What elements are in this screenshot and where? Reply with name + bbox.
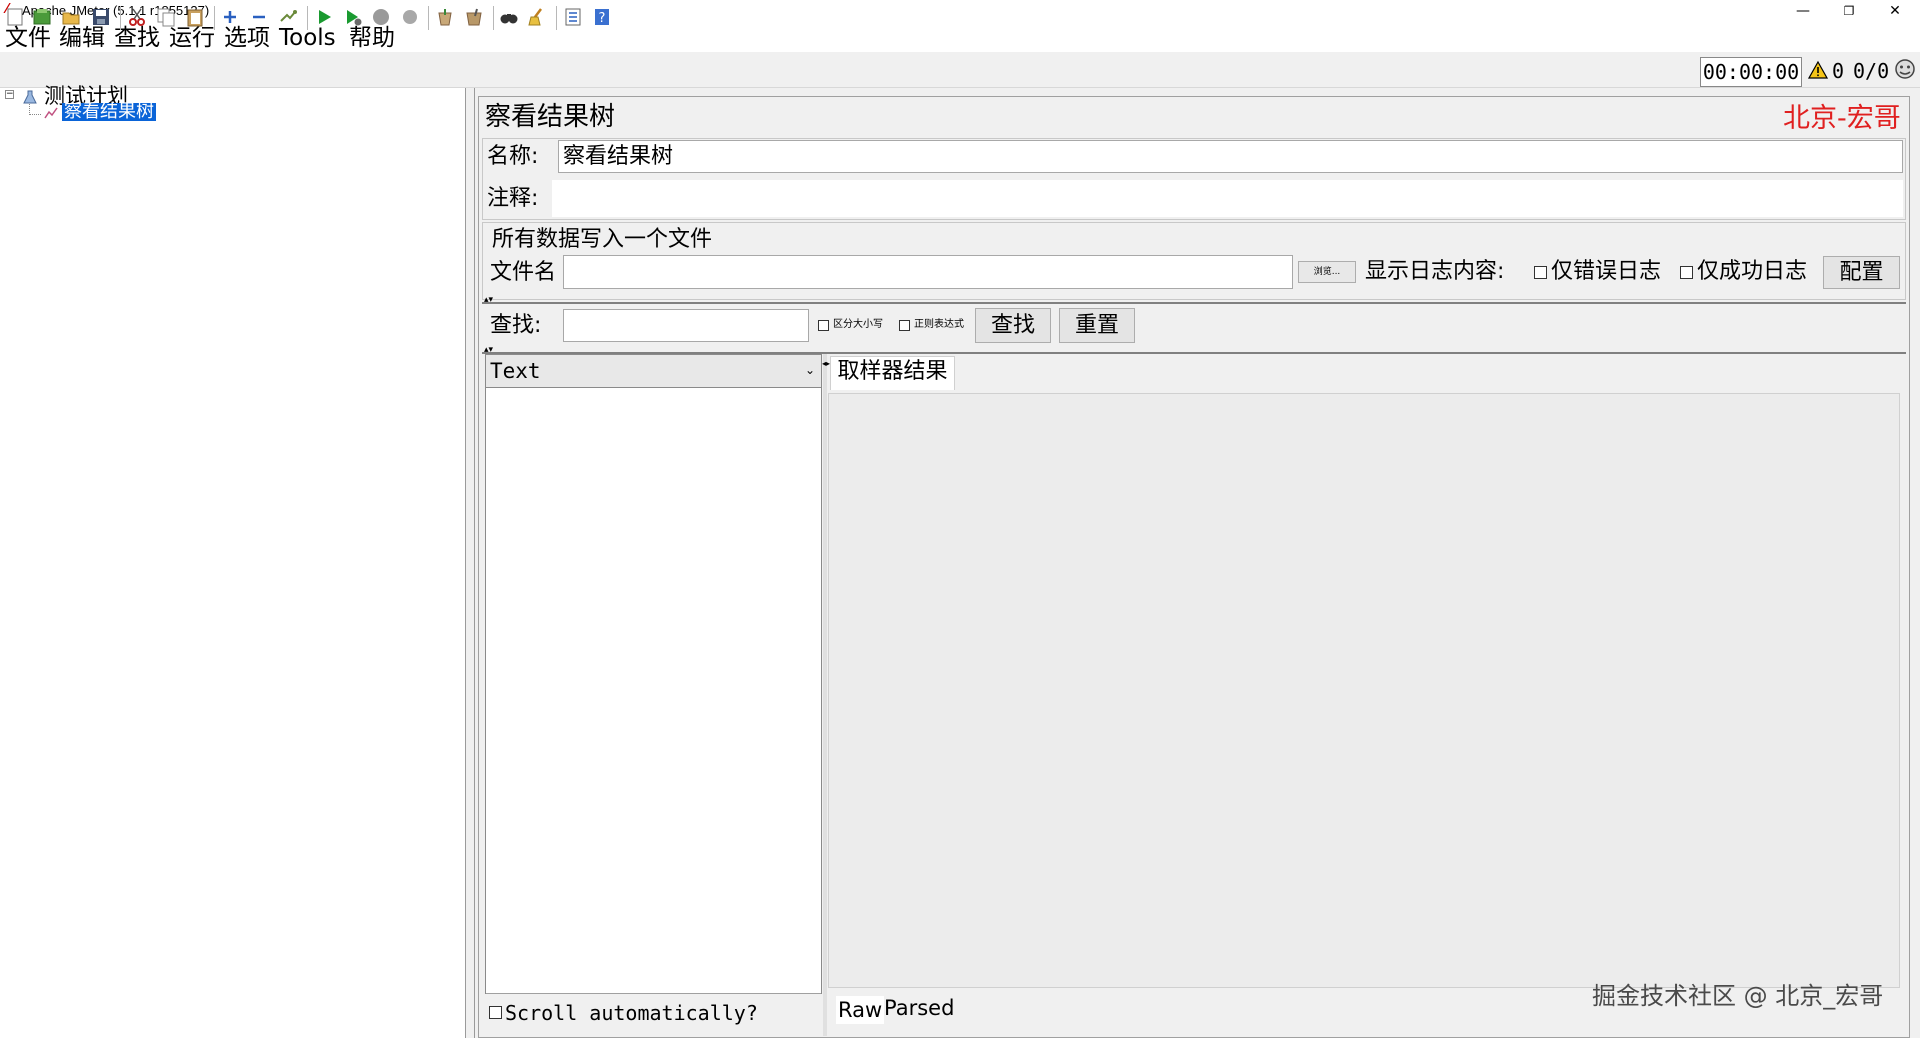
menu-file[interactable]: 文件 <box>5 24 51 52</box>
file-section-title: 所有数据写入一个文件 <box>492 227 713 252</box>
restore-button[interactable]: ❐ <box>1826 0 1872 22</box>
split-arrows-icon[interactable]: ▴▾ <box>484 295 493 305</box>
clear-icon[interactable] <box>435 7 455 27</box>
log-content-label: 显示日志内容: <box>1365 259 1505 284</box>
split-arrows-icon[interactable]: ◂▸ <box>822 360 830 368</box>
list-bottom-divider <box>486 993 821 994</box>
start-icon[interactable] <box>314 7 334 27</box>
menu-edit[interactable]: 编辑 <box>59 24 105 52</box>
regex-checkbox[interactable] <box>899 320 910 331</box>
paste-icon[interactable] <box>185 7 205 27</box>
renderer-select[interactable]: Text ⌄ <box>485 354 822 388</box>
expand-all-icon[interactable] <box>220 7 240 27</box>
copy-icon[interactable] <box>156 7 176 27</box>
new-file-icon[interactable] <box>5 7 25 27</box>
comment-label: 注释: <box>487 186 539 211</box>
sampler-result-pane <box>828 393 1900 988</box>
search-input[interactable] <box>563 309 809 342</box>
menu-help[interactable]: 帮助 <box>349 24 395 52</box>
sample-results-list[interactable] <box>485 354 822 994</box>
author-watermark: 北京-宏哥 <box>1783 103 1901 134</box>
function-helper-list-icon[interactable] <box>563 7 583 27</box>
close-button[interactable]: ✕ <box>1872 0 1918 22</box>
remote-status-icon[interactable] <box>1894 58 1916 80</box>
tree-connector <box>29 114 41 116</box>
find-button[interactable]: 查找 <box>975 308 1051 343</box>
toolbar-separator <box>493 6 494 30</box>
menu-run[interactable]: 运行 <box>169 24 215 52</box>
menu-options[interactable]: 选项 <box>224 24 270 52</box>
help-icon[interactable]: ? <box>592 7 612 27</box>
cut-icon[interactable] <box>127 7 147 27</box>
clear-all-icon[interactable] <box>464 7 484 27</box>
tree-collapse-toggle[interactable]: − <box>5 90 14 99</box>
scroll-automatically-checkbox[interactable] <box>489 1006 502 1019</box>
toggle-icon[interactable] <box>278 7 298 27</box>
elapsed-timer: 00:00:00 <box>1700 57 1802 87</box>
minimize-button[interactable]: — <box>1780 0 1826 22</box>
tree-node-view-results-selected[interactable]: 察看结果树 <box>62 103 156 121</box>
split-pane-divider[interactable] <box>466 88 475 1038</box>
toolbar-separator <box>214 6 215 30</box>
toolbar <box>0 52 1920 88</box>
browse-button[interactable]: 浏览... <box>1298 261 1356 283</box>
errors-only-checkbox[interactable] <box>1534 266 1547 279</box>
templates-icon[interactable] <box>32 7 52 27</box>
success-only-checkbox[interactable] <box>1680 266 1693 279</box>
binoculars-search-icon[interactable] <box>499 7 519 27</box>
tab-sampler-result[interactable]: 取样器结果 <box>830 356 955 390</box>
name-label: 名称: <box>487 144 539 169</box>
name-input-value: 察看结果树 <box>563 144 674 169</box>
toolbar-separator <box>307 6 308 30</box>
stop-icon[interactable] <box>371 7 391 27</box>
tab-raw[interactable]: Raw <box>836 996 885 1024</box>
regex-label: 正则表达式 <box>914 319 964 330</box>
configure-button[interactable]: 配置 <box>1823 256 1900 289</box>
shutdown-icon[interactable] <box>400 7 420 27</box>
filename-label: 文件名 <box>490 260 557 285</box>
filename-input[interactable] <box>563 255 1293 289</box>
success-only-label: 仅成功日志 <box>1697 259 1808 284</box>
open-folder-icon[interactable] <box>61 7 81 27</box>
chevron-down-icon: ⌄ <box>804 363 815 377</box>
svg-text:?: ? <box>599 11 606 26</box>
panel-title: 察看结果树 <box>485 102 616 132</box>
start-no-pauses-icon[interactable] <box>343 7 363 27</box>
view-results-tree-icon <box>44 107 58 119</box>
warning-icon[interactable] <box>1808 60 1828 80</box>
name-input[interactable]: 察看结果树 <box>558 140 1903 173</box>
warning-count: 0 <box>1832 59 1845 83</box>
case-sensitive-label: 区分大小写 <box>833 319 883 330</box>
save-icon[interactable] <box>91 7 111 27</box>
errors-only-label: 仅错误日志 <box>1551 259 1662 284</box>
toolbar-separator <box>120 6 121 30</box>
collapse-all-icon[interactable] <box>249 7 269 27</box>
reset-search-broom-icon[interactable] <box>527 7 547 27</box>
tab-parsed[interactable]: Parsed <box>884 994 954 1022</box>
active-threads: 0/0 <box>1853 59 1890 83</box>
search-label: 查找: <box>490 313 542 338</box>
case-sensitive-checkbox[interactable] <box>818 320 829 331</box>
reset-button[interactable]: 重置 <box>1059 308 1135 343</box>
renderer-select-value: Text <box>490 359 541 383</box>
test-plan-tree <box>0 88 466 1038</box>
test-plan-flask-icon <box>23 90 37 104</box>
scroll-automatically-label: Scroll automatically? <box>505 1001 758 1025</box>
toolbar-separator <box>428 6 429 30</box>
comment-input[interactable] <box>552 180 1903 217</box>
toolbar-separator <box>556 6 557 30</box>
footer-watermark: 掘金技术社区 @ 北京_宏哥 <box>1592 982 1884 1010</box>
results-split-divider[interactable] <box>823 354 827 1036</box>
divider-line <box>482 302 1906 304</box>
